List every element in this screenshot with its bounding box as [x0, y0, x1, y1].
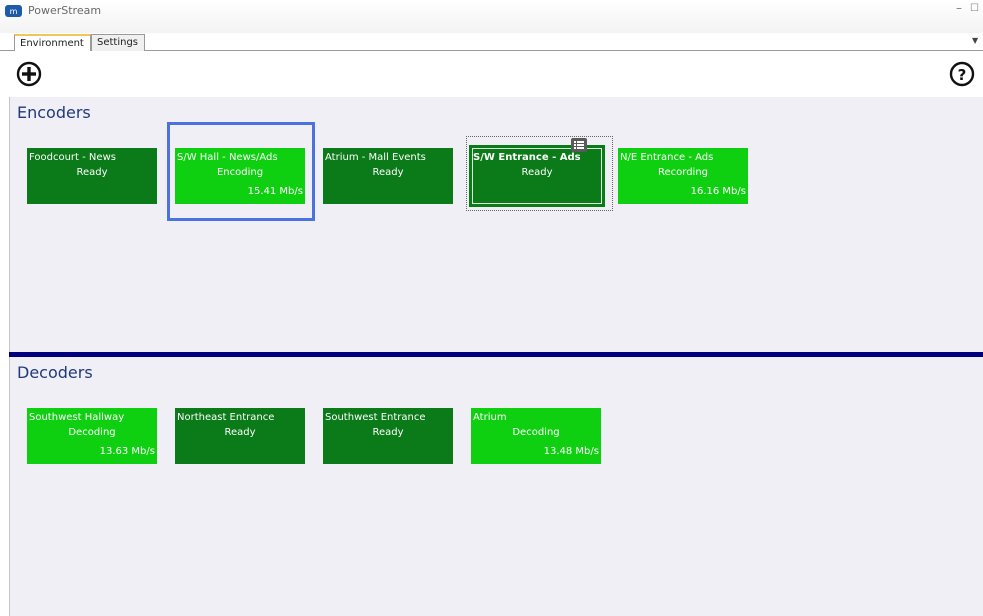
app-logo-icon: m: [5, 5, 22, 17]
tile-status: Encoding: [216, 167, 264, 178]
encoders-title: Encoders: [17, 103, 91, 122]
tab-settings[interactable]: Settings: [91, 34, 145, 52]
tile-bitrate: 13.48 Mb/s: [543, 446, 599, 457]
title-bar: m PowerStream – ☐: [0, 0, 983, 33]
decoder-tile-southwest-hallway[interactable]: Southwest Hallway Decoding 13.63 Mb/s: [27, 408, 157, 464]
tile-status: Recording: [657, 167, 708, 178]
window-title: PowerStream: [28, 4, 102, 17]
maximize-button[interactable]: ☐: [970, 3, 979, 14]
tile-status: Ready: [521, 167, 553, 178]
tile-name: Southwest Entrance: [325, 412, 426, 423]
tab-overflow-icon[interactable]: ▼: [972, 36, 978, 45]
decoders-title: Decoders: [17, 363, 93, 382]
encoder-tile-sw-hall[interactable]: S/W Hall - News/Ads Encoding 15.41 Mb/s: [175, 148, 305, 204]
tile-name: N/E Entrance - Ads: [620, 152, 714, 163]
encoder-tile-atrium[interactable]: Atrium - Mall Events Ready: [323, 148, 453, 204]
tile-status: Ready: [372, 167, 404, 178]
tile-name: Northeast Entrance: [177, 412, 275, 423]
tile-name: Foodcourt - News: [29, 152, 116, 163]
plus-circle-icon[interactable]: [16, 61, 42, 87]
tile-status: Ready: [224, 427, 256, 438]
question-circle-icon[interactable]: ?: [949, 61, 975, 87]
tile-name: Atrium - Mall Events: [325, 152, 426, 163]
decoder-tile-atrium[interactable]: Atrium Decoding 13.48 Mb/s: [471, 408, 601, 464]
tile-status: Ready: [76, 167, 108, 178]
tab-bar: Environment Settings ▼: [0, 33, 983, 53]
tile-bitrate: 15.41 Mb/s: [247, 186, 303, 197]
tile-name: S/W Entrance - Ads: [473, 152, 581, 163]
toolbar: ?: [0, 51, 983, 97]
decoder-tile-southwest-entrance[interactable]: Southwest Entrance Ready: [323, 408, 453, 464]
decoder-tile-northeast-entrance[interactable]: Northeast Entrance Ready: [175, 408, 305, 464]
svg-text:m: m: [10, 7, 18, 16]
encoder-tile-ne-entrance[interactable]: N/E Entrance - Ads Recording 16.16 Mb/s: [618, 148, 748, 204]
svg-text:?: ?: [958, 66, 967, 84]
encoder-tile-sw-entrance[interactable]: S/W Entrance - Ads Ready: [469, 145, 605, 207]
tile-status: Decoding: [68, 427, 116, 438]
tile-bitrate: 16.16 Mb/s: [690, 186, 746, 197]
tile-name: Southwest Hallway: [29, 412, 125, 423]
decoders-panel: Decoders: [9, 357, 983, 616]
minimize-button[interactable]: –: [956, 1, 962, 15]
tile-bitrate: 13.63 Mb/s: [99, 446, 155, 457]
tile-name: Atrium: [473, 412, 507, 423]
tile-name: S/W Hall - News/Ads: [177, 152, 278, 163]
encoder-tile-foodcourt-news[interactable]: Foodcourt - News Ready: [27, 148, 157, 204]
tile-status: Ready: [372, 427, 404, 438]
tile-status: Decoding: [512, 427, 560, 438]
list-menu-icon[interactable]: [571, 138, 587, 152]
